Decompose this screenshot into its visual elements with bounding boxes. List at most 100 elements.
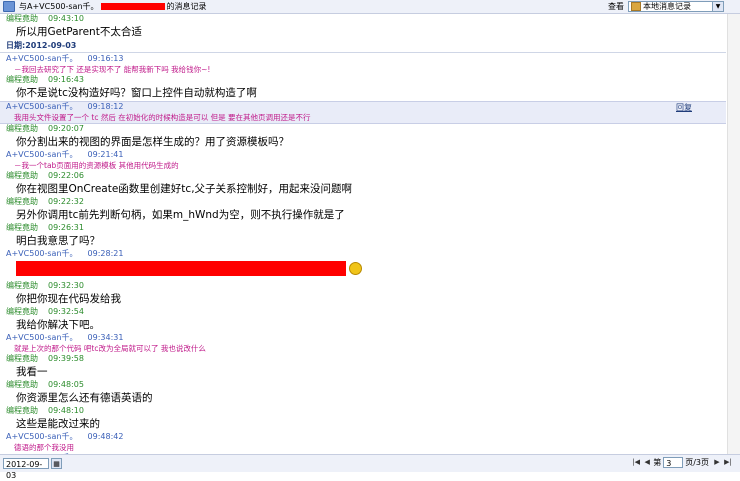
sender-name: 编程竟助 (6, 380, 38, 389)
sender-name: 编程竟助 (6, 406, 38, 415)
message-time: 09:21:41 (87, 150, 124, 159)
history-source-select[interactable]: 本地消息记录 ▼ (628, 1, 724, 12)
message-header: 编程竟助 09:22:06 (0, 171, 726, 181)
page-number-input[interactable]: 3 (663, 457, 684, 468)
message-text: 你把你现在代码发给我 (16, 293, 121, 305)
message-time: 09:48:10 (48, 406, 84, 415)
message-item: A+VC500-san千。 09:16:13 －我回去研究了下 还是实现不了 能帮我… (0, 54, 726, 75)
message-text: 另外你调用tc前先判断句柄，如果m_hWnd为空，则不执行操作就是了 (16, 209, 345, 221)
sender-name: 编程竟助 (6, 307, 38, 316)
vertical-scrollbar[interactable] (727, 14, 740, 454)
message-item: 编程竟助 09:26:31 明白我意思了吗？ (0, 223, 726, 249)
message-header: A+VC500-san千。 09:34:31 (0, 333, 726, 343)
message-text: 德语的那个我没用 (14, 443, 74, 452)
message-text: 就是上次的那个代码 吧tc改为全局就可以了 我也说改什么 (14, 344, 206, 353)
message-text: 你分割出来的视图的界面是怎样生成的？用了资源模板吗？ (16, 136, 289, 148)
message-item: 编程竟助 09:20:07 你分割出来的视图的界面是怎样生成的？用了资源模板吗？ (0, 124, 726, 150)
message-time: 09:26:31 (48, 223, 84, 232)
message-header: 编程竟助 09:26:31 (0, 223, 726, 233)
message-item: 编程竟助 09:39:58 我看一 (0, 354, 726, 380)
message-header: A+VC500-san千。 09:16:13 (0, 54, 726, 64)
message-header: 编程竟助 09:32:54 (0, 307, 726, 317)
message-time: 09:16:43 (48, 75, 84, 84)
message-text: 我看一 (16, 366, 48, 378)
bottom-bar: 2012-09-03 ▦ |◀ ◀ 第 3 页/3页 ▶ ▶| (0, 454, 740, 480)
message-time: 09:18:12 (87, 102, 124, 111)
message-item: 编程竟助 09:43:10 所以用GetParent不太合适 (0, 14, 726, 40)
message-item: A+VC500-san千。 09:28:21 (0, 249, 726, 281)
message-item: 编程竟助 09:16:43 你不是说tc没构造好吗？窗口上控件自动就构造了啊 (0, 75, 726, 101)
page-prefix: 第 (653, 458, 662, 467)
message-item: A+VC500-san千。 09:21:41 －我一个tab页面用的资源模板 其他用… (0, 150, 726, 171)
message-header: 编程竟助 09:20:07 (0, 124, 726, 134)
sender-name: 编程竟助 (6, 124, 38, 133)
message-time: 09:16:13 (87, 54, 124, 63)
title-suffix: 的消息记录 (166, 1, 207, 11)
sender-name: A+VC500-san千。 (6, 150, 78, 159)
message-time: 09:48:42 (87, 432, 124, 441)
message-time: 09:32:30 (48, 281, 84, 290)
sender-name: A+VC500-san千。 (6, 249, 78, 258)
sender-name: A+VC500-san千。 (6, 333, 78, 342)
message-header: A+VC500-san千。 09:28:21 (0, 249, 726, 259)
message-header: 编程竟助 09:48:10 (0, 406, 726, 416)
message-header: A+VC500-san千。 09:21:41 (0, 150, 726, 160)
message-time: 09:39:58 (48, 354, 84, 363)
message-item: A+VC500-san千。 09:18:12 回复我用头文件设置了一个 tc 然后 … (0, 101, 726, 124)
sender-name: A+VC500-san千。 (6, 54, 78, 63)
message-item: 编程竟助 09:22:32 另外你调用tc前先判断句柄，如果m_hWnd为空，则不执… (0, 197, 726, 223)
message-item: A+VC500-san千。 09:34:31 就是上次的那个代码 吧tc改为全局就可… (0, 333, 726, 354)
message-text: 你资源里怎么还有德语英语的 (16, 392, 153, 404)
local-record-icon (631, 2, 641, 11)
message-time: 09:34:31 (87, 333, 124, 342)
message-time: 09:22:32 (48, 197, 84, 206)
sender-name: 编程竟助 (6, 223, 38, 232)
chat-history-icon (3, 1, 15, 12)
message-text: 我用头文件设置了一个 tc 然后 在初始化的时候构造是可以 但是 要在其他页调用… (14, 113, 311, 122)
page-suffix: 页/3页 (685, 458, 709, 467)
window-title: 与A+VC500-san千。 的消息记录 (19, 1, 207, 13)
message-text: 你在视图里OnCreate函数里创建好tc,父子关系控制好，用起来没问题啊 (16, 183, 353, 195)
sender-name: 编程竟助 (6, 171, 38, 180)
pager: |◀ ◀ 第 3 页/3页 ▶ ▶| (631, 457, 734, 468)
message-time: 09:20:07 (48, 124, 84, 133)
sender-name: 编程竟助 (6, 75, 38, 84)
message-text: －我一个tab页面用的资源模板 其他用代码生成的 (14, 161, 179, 170)
sender-name: 编程竟助 (6, 14, 38, 23)
message-header: 编程竟助 09:48:05 (0, 380, 726, 390)
reply-link[interactable]: 回复 (676, 102, 692, 113)
message-item: A+VC500-san千。 09:48:42 德语的那个我没用 (0, 432, 726, 453)
prev-page-icon[interactable]: ◀ (642, 457, 652, 468)
redacted-message (0, 261, 726, 281)
message-item: 编程竟助 09:32:54 我给你解决下吧。 (0, 307, 726, 333)
message-time: 09:28:21 (87, 249, 124, 258)
date-input[interactable]: 2012-09-03 (3, 458, 49, 480)
message-text: 所以用GetParent不太合适 (16, 26, 142, 38)
next-page-icon[interactable]: ▶ (712, 457, 722, 468)
message-time: 09:32:54 (48, 307, 84, 316)
message-header: 编程竟助 09:39:58 (0, 354, 726, 364)
message-list: 编程竟助 09:43:10 所以用GetParent不太合适日期:2012-09-0… (0, 14, 726, 454)
redacted-name (100, 3, 165, 10)
message-item: 编程竟助 09:22:06 你在视图里OnCreate函数里创建好tc,父子关系控制… (0, 171, 726, 197)
chevron-down-icon[interactable]: ▼ (712, 2, 723, 11)
sender-name: A+VC500-san千。 (6, 432, 78, 441)
message-header: A+VC500-san千。 09:18:12 (0, 102, 726, 112)
smiley-icon (349, 262, 362, 275)
message-header: 编程竟助 09:32:30 (0, 281, 726, 291)
message-item: 编程竟助 09:48:10 这些是能改过来的 (0, 406, 726, 432)
calendar-icon[interactable]: ▦ (51, 458, 62, 469)
view-label: 查看 (608, 2, 624, 11)
message-text: 我给你解决下吧。 (16, 319, 100, 331)
message-header: 编程竟助 09:16:43 (0, 75, 726, 85)
message-header: A+VC500-san千。 09:48:42 (0, 432, 726, 442)
message-time: 09:43:10 (48, 14, 84, 23)
title-prefix: 与A+VC500-san千。 (19, 1, 99, 11)
title-bar: 与A+VC500-san千。 的消息记录 查看 本地消息记录 ▼ (0, 0, 740, 14)
message-item: 编程竟助 09:48:05 你资源里怎么还有德语英语的 (0, 380, 726, 406)
date-separator: 日期:2012-09-03 (0, 40, 726, 53)
first-page-icon[interactable]: |◀ (631, 457, 641, 468)
redacted-block (16, 261, 346, 276)
message-text: 你不是说tc没构造好吗？窗口上控件自动就构造了啊 (16, 87, 257, 99)
last-page-icon[interactable]: ▶| (723, 457, 733, 468)
